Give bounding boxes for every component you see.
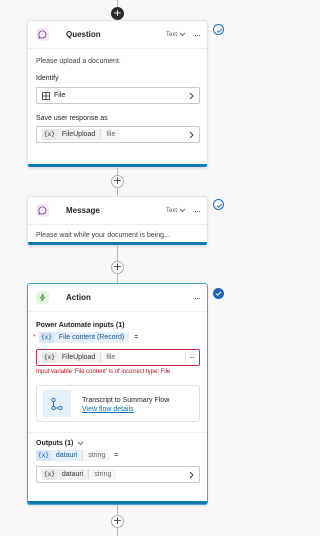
add-node-button-top[interactable]: + (111, 7, 124, 20)
equals-sign: = (134, 334, 139, 341)
message-title: Message (66, 206, 100, 215)
chevron-right-icon (189, 92, 194, 99)
input-parameter-name: File content (Record) (53, 332, 130, 343)
field-more-button[interactable]: ··· (185, 353, 195, 362)
variable-type: file (100, 129, 121, 140)
action-title: Action (66, 293, 91, 302)
message-text[interactable]: Please wait while your document is being… (36, 232, 200, 239)
node-accent-bar (28, 501, 207, 504)
variable-name: datauri (56, 469, 89, 480)
grid-icon (42, 91, 50, 100)
more-options-button[interactable]: ··· (194, 293, 201, 303)
outputs-label: Outputs (1) (36, 440, 74, 447)
variable-token[interactable]: {x} FileUpload file (42, 352, 121, 363)
flow-title: Transcript to Summary Flow (82, 396, 170, 404)
variable-icon: {x} (42, 352, 57, 363)
identify-dropdown[interactable]: File (36, 87, 200, 104)
chevron-down-icon (179, 32, 186, 37)
variable-token[interactable]: {x} FileUpload file (42, 129, 121, 140)
chevron-right-icon (189, 471, 194, 478)
chevron-right-icon (189, 131, 194, 138)
question-title: Question (66, 30, 101, 39)
view-flow-details-link[interactable]: View flow details (82, 406, 169, 413)
question-node-header: Question Text ··· (28, 21, 207, 49)
action-node[interactable]: Action ··· Power Automate inputs (1) * {… (27, 283, 208, 505)
type-dropdown[interactable]: Text (166, 208, 186, 214)
type-dropdown-label: Text (165, 31, 177, 38)
input-parameter-token: {x} File content (Record) (39, 332, 130, 343)
variable-token[interactable]: {x} datauri string (42, 469, 117, 480)
add-node-button-2[interactable]: + (111, 261, 124, 274)
identify-label: Identify (36, 75, 59, 82)
message-node-header: Message Text ··· (28, 197, 207, 225)
question-node[interactable]: Question Text ··· Please upload a docume… (27, 20, 208, 168)
variable-icon: {x} (39, 332, 54, 343)
node-accent-bar (28, 164, 207, 167)
check-circle-icon (213, 199, 224, 210)
equals-sign: = (114, 452, 119, 459)
add-node-button-3[interactable]: + (111, 515, 124, 528)
variable-name: FileUpload (56, 352, 101, 363)
type-dropdown[interactable]: Text (166, 32, 186, 38)
type-dropdown-label: Text (165, 207, 177, 214)
output-variable-token: {x} datauri string (36, 450, 111, 461)
flow-card[interactable]: Transcript to Summary Flow View flow det… (36, 385, 200, 422)
check-circle-icon (213, 24, 224, 35)
node-accent-bar (28, 242, 207, 245)
error-message: Input variable 'File content' is of inco… (36, 369, 171, 375)
flow-icon (43, 390, 71, 417)
identify-value: File (54, 92, 66, 99)
chevron-down-icon[interactable] (77, 441, 84, 446)
chat-bubble-icon (36, 204, 49, 217)
chat-bubble-icon (36, 28, 49, 41)
check-circle-icon (213, 288, 224, 299)
variable-icon: {x} (42, 469, 57, 480)
inputs-label: Power Automate inputs (1) (36, 322, 125, 329)
chevron-down-icon (179, 208, 186, 213)
variable-type: file (100, 352, 121, 363)
variable-type: string (88, 469, 117, 480)
lightning-icon (36, 291, 49, 304)
output-variable-type: string (82, 450, 111, 461)
question-prompt[interactable]: Please upload a document. (36, 58, 200, 65)
input-value-field[interactable]: {x} FileUpload file ··· (36, 349, 200, 366)
more-options-button[interactable]: ··· (194, 206, 201, 216)
variable-name: FileUpload (56, 129, 101, 140)
variable-icon: {x} (36, 450, 51, 461)
save-response-field[interactable]: {x} FileUpload file (36, 126, 200, 143)
action-node-header: Action ··· (28, 284, 207, 312)
output-value-field[interactable]: {x} datauri string (36, 466, 200, 483)
variable-icon: {x} (42, 129, 57, 140)
save-response-label: Save user response as (36, 115, 108, 122)
add-node-button-1[interactable]: + (111, 175, 124, 188)
more-options-button[interactable]: ··· (194, 30, 201, 40)
message-node[interactable]: Message Text ··· Please wait while your … (27, 196, 208, 246)
output-variable-name: datauri (50, 450, 83, 461)
